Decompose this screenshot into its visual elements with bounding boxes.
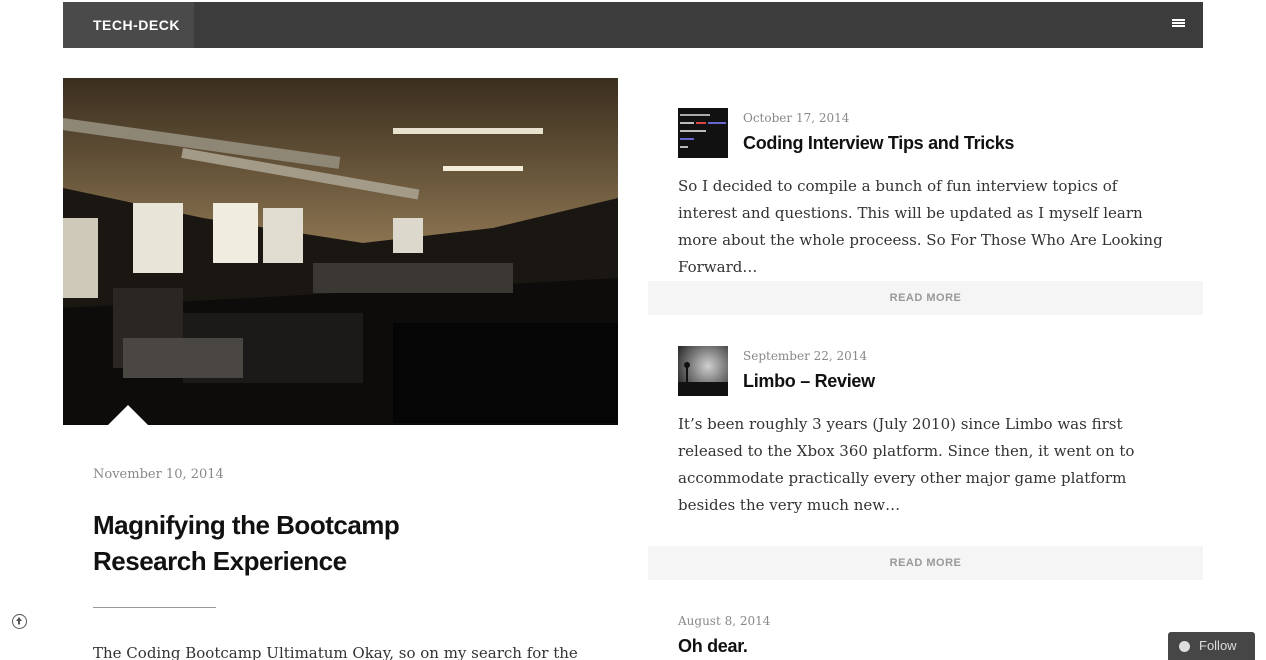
featured-post-date: November 10, 2014 bbox=[93, 467, 224, 482]
featured-post-excerpt: The Coding Bootcamp Ultimatum Okay, so o… bbox=[93, 644, 578, 660]
menu-icon[interactable] bbox=[1172, 19, 1185, 30]
top-navbar: TECH-DECK bbox=[63, 2, 1203, 48]
plus-icon bbox=[1179, 641, 1190, 652]
read-more-button[interactable]: READ MORE bbox=[648, 546, 1203, 580]
site-brand-link[interactable]: TECH-DECK bbox=[63, 2, 194, 48]
read-more-button[interactable]: READ MORE bbox=[648, 281, 1203, 315]
post-excerpt: So I decided to compile a bunch of fun i… bbox=[678, 177, 1163, 276]
post-title[interactable]: Limbo – Review bbox=[743, 371, 875, 392]
follow-label: Follow bbox=[1199, 638, 1237, 653]
post-title[interactable]: Coding Interview Tips and Tricks bbox=[743, 133, 1014, 154]
featured-image-notch bbox=[108, 405, 148, 425]
back-to-top-icon[interactable] bbox=[12, 614, 27, 629]
featured-post-title[interactable]: Magnifying the Bootcamp Research Experie… bbox=[93, 507, 413, 579]
post-date: September 22, 2014 bbox=[743, 349, 868, 363]
featured-post-image[interactable] bbox=[63, 78, 618, 425]
follow-button[interactable]: Follow bbox=[1168, 632, 1255, 660]
post-date: October 17, 2014 bbox=[743, 111, 850, 125]
post-date: August 8, 2014 bbox=[678, 614, 771, 628]
post-thumbnail[interactable] bbox=[678, 346, 728, 396]
featured-post-divider bbox=[93, 607, 216, 608]
post-title[interactable]: Oh dear. bbox=[678, 636, 748, 657]
post-thumbnail[interactable] bbox=[678, 108, 728, 158]
post-excerpt: It’s been roughly 3 years (July 2010) si… bbox=[678, 415, 1135, 514]
